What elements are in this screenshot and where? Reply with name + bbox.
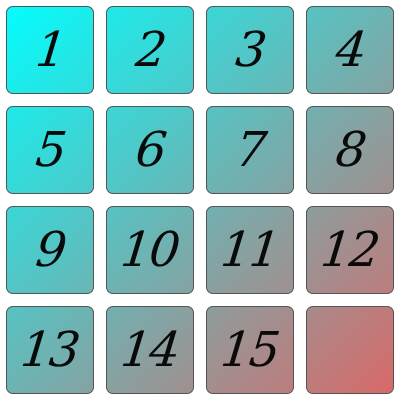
tile-13[interactable]: 13 [6, 306, 94, 394]
tile-8[interactable]: 8 [306, 106, 394, 194]
tile-number: 2 [132, 22, 168, 78]
tile-number: 13 [18, 322, 82, 378]
tile-3[interactable]: 3 [206, 6, 294, 94]
tile-number: 11 [218, 222, 282, 278]
tile-7[interactable]: 7 [206, 106, 294, 194]
tile-number: 6 [132, 122, 168, 178]
tile-6[interactable]: 6 [106, 106, 194, 194]
tile-number: 4 [332, 22, 368, 78]
tile-11[interactable]: 11 [206, 206, 294, 294]
tile-number: 10 [118, 222, 182, 278]
tile-9[interactable]: 9 [6, 206, 94, 294]
tile-number: 7 [232, 122, 268, 178]
tile-14[interactable]: 14 [106, 306, 194, 394]
tile-1[interactable]: 1 [6, 6, 94, 94]
tile-12[interactable]: 12 [306, 206, 394, 294]
tile-number: 5 [32, 122, 68, 178]
tile-2[interactable]: 2 [106, 6, 194, 94]
tile-number: 14 [118, 322, 182, 378]
tile-empty[interactable] [306, 306, 394, 394]
tile-number: 3 [232, 22, 268, 78]
tile-10[interactable]: 10 [106, 206, 194, 294]
puzzle-board: 1 2 3 4 5 6 7 8 9 10 11 12 13 14 15 [0, 0, 400, 400]
tile-number: 8 [332, 122, 368, 178]
tile-number: 15 [218, 322, 282, 378]
tile-5[interactable]: 5 [6, 106, 94, 194]
tile-4[interactable]: 4 [306, 6, 394, 94]
tile-number: 9 [32, 222, 68, 278]
tile-15[interactable]: 15 [206, 306, 294, 394]
tile-number: 12 [318, 222, 382, 278]
tile-number: 1 [32, 22, 68, 78]
